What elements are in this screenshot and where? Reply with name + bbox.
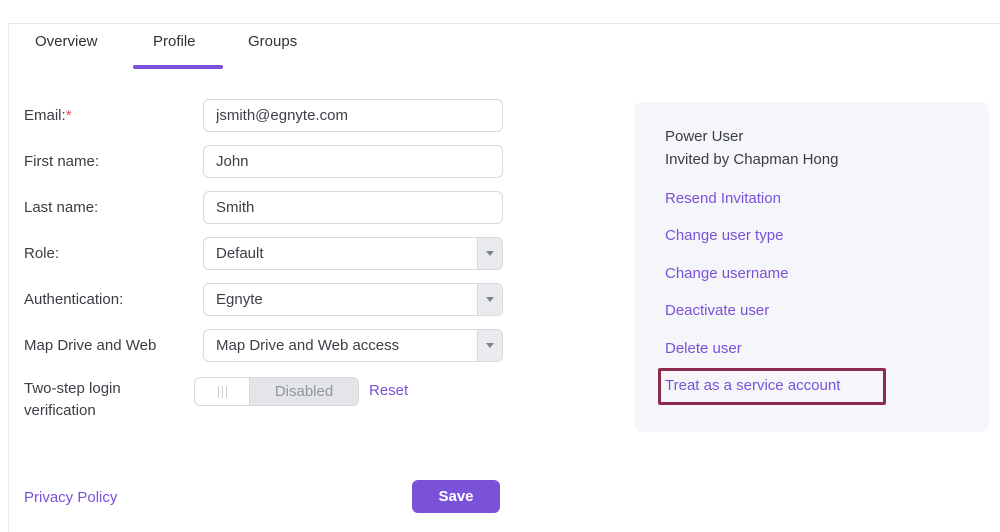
tab-profile[interactable]: Profile [153, 33, 196, 50]
first-name-row: First name: [24, 145, 503, 178]
map-drive-label: Map Drive and Web [24, 335, 203, 357]
treat-as-service-account-link[interactable]: Treat as a service account [665, 377, 840, 394]
save-button[interactable]: Save [412, 480, 500, 513]
first-name-label: First name: [24, 151, 203, 173]
email-row: Email:* [24, 99, 503, 132]
authentication-select[interactable]: Egnyte [203, 283, 503, 316]
role-label: Role: [24, 243, 203, 265]
change-user-type-link[interactable]: Change user type [665, 227, 783, 244]
role-select-value: Default [204, 238, 477, 269]
two-step-label: Two-step login verification [24, 375, 194, 422]
authentication-label: Authentication: [24, 289, 203, 311]
change-username-link[interactable]: Change username [665, 265, 788, 282]
authentication-row: Authentication: Egnyte [24, 283, 503, 316]
map-drive-select[interactable]: Map Drive and Web access [203, 329, 503, 362]
last-name-label: Last name: [24, 197, 203, 219]
toggle-state-label: Disabled [250, 378, 358, 405]
email-field[interactable] [203, 99, 503, 132]
first-name-field[interactable] [203, 145, 503, 178]
privacy-policy-link[interactable]: Privacy Policy [24, 489, 117, 506]
last-name-field[interactable] [203, 191, 503, 224]
email-label-text: Email: [24, 107, 66, 124]
reset-link[interactable]: Reset [369, 382, 408, 399]
chevron-down-icon [486, 251, 494, 256]
chevron-down-icon [486, 343, 494, 348]
user-type-label: Power User [665, 125, 838, 148]
tab-overview[interactable]: Overview [35, 33, 98, 50]
map-drive-row: Map Drive and Web Map Drive and Web acce… [24, 329, 503, 362]
grip-icon [218, 386, 219, 398]
grip-icon [222, 386, 223, 398]
active-tab-indicator [133, 65, 223, 69]
email-label: Email:* [24, 105, 203, 127]
map-drive-select-arrow-button[interactable] [477, 330, 502, 361]
user-info: Power User Invited by Chapman Hong [665, 125, 838, 171]
tab-groups[interactable]: Groups [248, 33, 297, 50]
authentication-select-value: Egnyte [204, 284, 477, 315]
role-select-arrow-button[interactable] [477, 238, 502, 269]
resend-invitation-link[interactable]: Resend Invitation [665, 190, 781, 207]
two-step-row: Two-step login verification Disabled Res… [24, 375, 408, 422]
authentication-select-arrow-button[interactable] [477, 284, 502, 315]
invited-by-label: Invited by Chapman Hong [665, 148, 838, 171]
two-step-toggle[interactable]: Disabled [194, 377, 359, 406]
role-row: Role: Default [24, 237, 503, 270]
content-left-border [8, 23, 9, 532]
deactivate-user-link[interactable]: Deactivate user [665, 302, 769, 319]
role-select[interactable]: Default [203, 237, 503, 270]
toggle-knob[interactable] [195, 378, 250, 405]
map-drive-select-value: Map Drive and Web access [204, 330, 477, 361]
required-asterisk: * [66, 107, 72, 124]
chevron-down-icon [486, 297, 494, 302]
delete-user-link[interactable]: Delete user [665, 340, 742, 357]
content-top-border [8, 23, 1000, 24]
user-actions-panel: Power User Invited by Chapman Hong Resen… [634, 102, 989, 432]
grip-icon [226, 386, 227, 398]
last-name-row: Last name: [24, 191, 503, 224]
